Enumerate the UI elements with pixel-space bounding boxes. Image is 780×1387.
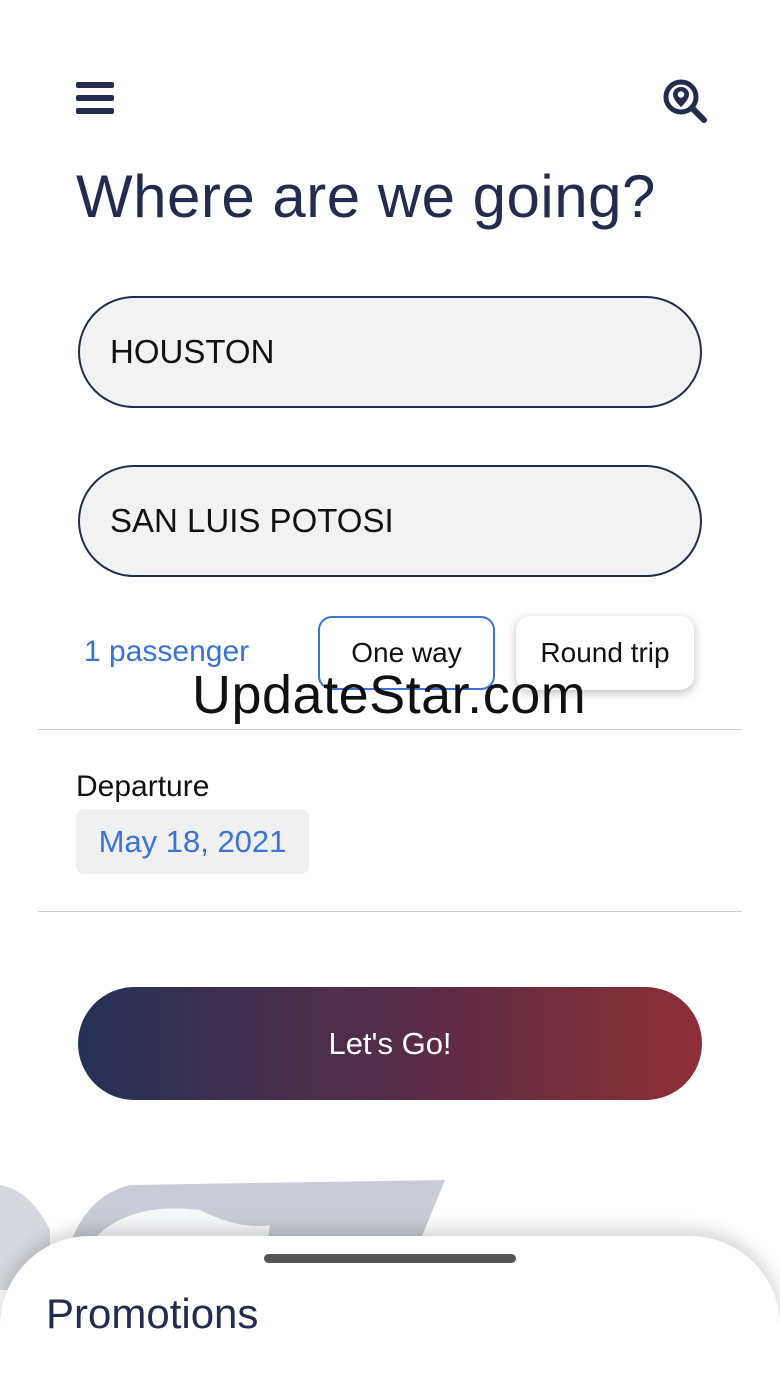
hamburger-menu-icon[interactable] bbox=[76, 82, 116, 116]
round-trip-button[interactable]: Round trip bbox=[516, 616, 694, 690]
passenger-selector[interactable]: 1 passenger bbox=[84, 635, 249, 669]
screen: Where are we going? 1 passenger One way … bbox=[0, 0, 780, 1387]
divider bbox=[38, 729, 742, 730]
origin-field[interactable] bbox=[78, 296, 702, 408]
promotions-sheet[interactable]: Promotions bbox=[0, 1236, 780, 1387]
sheet-drag-handle[interactable] bbox=[264, 1254, 516, 1263]
destination-field[interactable] bbox=[78, 465, 702, 577]
divider bbox=[38, 911, 742, 912]
destination-input[interactable] bbox=[110, 502, 700, 540]
lets-go-button[interactable]: Let's Go! bbox=[78, 987, 702, 1100]
location-search-icon[interactable] bbox=[662, 78, 708, 124]
origin-input[interactable] bbox=[110, 333, 700, 371]
page-title: Where are we going? bbox=[76, 163, 656, 230]
one-way-button[interactable]: One way bbox=[318, 616, 495, 690]
promotions-title: Promotions bbox=[46, 1290, 259, 1337]
departure-label: Departure bbox=[76, 770, 210, 803]
departure-date-picker[interactable]: May 18, 2021 bbox=[76, 809, 309, 874]
